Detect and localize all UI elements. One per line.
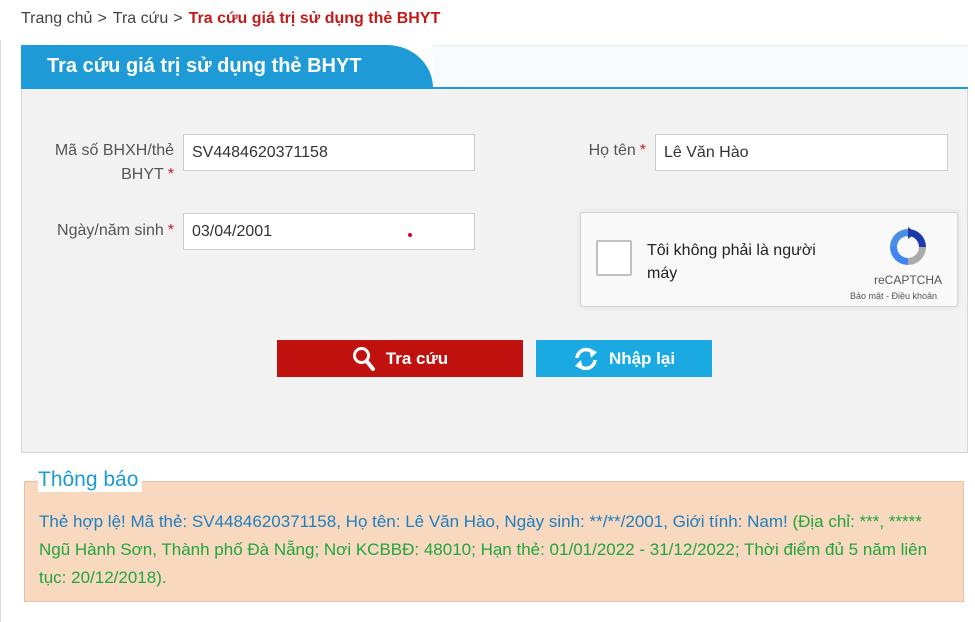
recaptcha-widget: Tôi không phải là người máy reCAPTCHA Bả…: [580, 212, 958, 307]
full-name-label: Họ tên *: [560, 139, 646, 163]
card-number-label: Mã số BHXH/thẻ BHYT *: [30, 139, 174, 187]
dob-label-text: Ngày/năm sinh: [57, 222, 164, 239]
recaptcha-logo-icon: [890, 227, 926, 265]
full-name-input[interactable]: [655, 134, 948, 171]
search-button-label: Tra cứu: [385, 348, 449, 368]
validation-dot: [408, 233, 412, 237]
recaptcha-brand: reCAPTCHA: [873, 273, 942, 287]
card-number-input[interactable]: [183, 134, 475, 171]
notice-content: Thẻ hợp lệ! Mã thẻ: SV4484620371158, Họ …: [39, 508, 939, 592]
notice-result-text: Thẻ hợp lệ! Mã thẻ: SV4484620371158, Họ …: [39, 512, 788, 531]
breadcrumb-separator: >: [173, 10, 183, 27]
recaptcha-terms-links[interactable]: Bảo mật - Điều khoản: [831, 291, 956, 301]
breadcrumb-current: Tra cứu giá trị sử dụng thẻ BHYT: [188, 10, 441, 27]
dob-input[interactable]: [183, 213, 475, 250]
card-number-label-line2: BHYT: [121, 166, 164, 183]
dob-label: Ngày/năm sinh *: [30, 219, 174, 243]
required-mark: *: [167, 166, 174, 183]
notice-title: Thông báo: [38, 468, 143, 492]
reset-button[interactable]: Nhập lại: [536, 340, 712, 377]
full-name-label-text: Họ tên: [588, 142, 636, 159]
panel-header-strip: [433, 45, 968, 87]
panel-title: Tra cứu giá trị sử dụng thẻ BHYT: [47, 55, 362, 77]
page-left-border: [0, 40, 1, 622]
card-number-label-line1: Mã số BHXH/thẻ: [54, 142, 174, 159]
breadcrumb-separator: >: [97, 10, 107, 27]
search-button[interactable]: Tra cứu: [277, 340, 523, 377]
reset-button-label: Nhập lại: [608, 348, 676, 368]
breadcrumb-home-link[interactable]: Trang chủ: [21, 10, 92, 27]
recaptcha-checkbox[interactable]: [596, 240, 632, 276]
required-mark: *: [639, 142, 646, 159]
recaptcha-label: Tôi không phải là người máy: [647, 242, 816, 282]
breadcrumb-lookup-link[interactable]: Tra cứu: [113, 10, 168, 27]
panel-title-tab: Tra cứu giá trị sử dụng thẻ BHYT: [21, 45, 433, 88]
search-icon: [352, 346, 375, 371]
required-mark: *: [167, 222, 174, 239]
refresh-icon: [574, 347, 597, 370]
breadcrumb: Trang chủ > Tra cứu > Tra cứu giá trị sử dụn…: [21, 10, 440, 28]
notice-box: Thẻ hợp lệ! Mã thẻ: SV4484620371158, Họ …: [24, 481, 964, 602]
